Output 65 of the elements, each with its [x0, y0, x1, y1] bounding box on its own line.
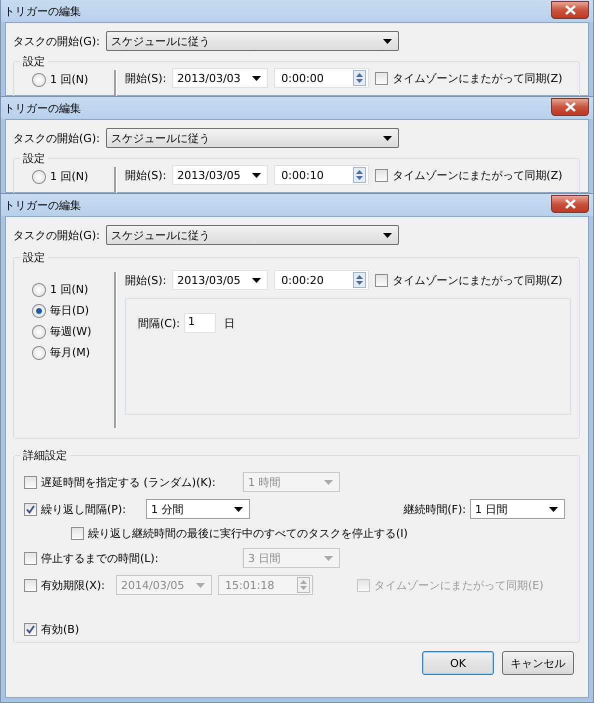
caret-icon — [234, 506, 243, 512]
time-field[interactable]: 0:00:20 — [274, 270, 370, 290]
start-label: 開始(S): — [125, 168, 166, 182]
time-field[interactable]: 0:00:10 — [274, 165, 370, 185]
close-icon — [564, 102, 576, 112]
close-button[interactable] — [551, 98, 589, 116]
close-button[interactable] — [551, 0, 589, 18]
duration-label: 継続時間(F): — [403, 502, 466, 516]
task-start-dropdown[interactable]: スケジュールに従う — [106, 225, 399, 245]
start-label: 開始(S): — [125, 272, 166, 288]
radio-option[interactable]: 1 回(N) — [32, 282, 114, 297]
checkbox-option[interactable]: 繰り返し継続時間の最後に実行中のすべてのタスクを停止する(I) — [71, 526, 408, 541]
unit-label: 日 — [224, 316, 235, 330]
duration-dropdown[interactable]: 1 日間 — [470, 499, 565, 519]
spinner-icon — [297, 577, 310, 593]
caret-icon — [382, 136, 392, 140]
caret-icon — [252, 76, 262, 80]
spinner-icon — [353, 272, 366, 288]
caret-icon — [252, 172, 262, 178]
check-icon — [25, 624, 36, 635]
dialog-button[interactable]: OK — [422, 651, 494, 675]
window-title: トリガーの編集 — [4, 4, 81, 18]
caret-icon — [324, 556, 333, 560]
group-label: 設定 — [20, 54, 48, 69]
checkbox-option[interactable]: タイムゾーンにまたがって同期(Z) — [375, 272, 562, 288]
time-field[interactable]: 0:00:00 — [274, 68, 370, 88]
date-picker[interactable]: 2013/03/03 — [172, 68, 268, 88]
date-picker[interactable]: 2013/03/05 — [172, 270, 268, 290]
date-picker[interactable]: 2013/03/05 — [172, 165, 268, 185]
checkbox-option[interactable]: タイムゾーンにまたがって同期(Z) — [375, 70, 562, 86]
interval-label: 間隔(C): — [138, 316, 180, 330]
caret-icon — [324, 480, 333, 484]
caret-icon — [382, 38, 392, 44]
repeat-dropdown[interactable]: 1 分間 — [146, 499, 250, 519]
close-icon — [564, 198, 576, 208]
radio-option[interactable]: 1 回(N) — [32, 169, 114, 184]
task-start-label: タスクの開始(G): — [13, 34, 100, 48]
window-title: トリガーの編集 — [4, 198, 81, 212]
dialog-button[interactable]: キャンセル — [502, 651, 574, 675]
task-start-dropdown[interactable]: スケジュールに従う — [106, 31, 399, 51]
radio-option[interactable]: 毎月(M) — [32, 345, 114, 360]
checkbox-option[interactable]: 繰り返し間隔(P): — [24, 502, 146, 516]
caret-icon — [549, 506, 558, 512]
interval-field[interactable]: 1 — [184, 313, 216, 333]
close-button[interactable] — [551, 194, 589, 212]
caret-icon — [252, 278, 262, 282]
checkbox-option[interactable]: 有効(B) — [24, 622, 80, 637]
caret-icon — [382, 232, 392, 238]
group-label: 設定 — [20, 151, 48, 166]
window-title: トリガーの編集 — [4, 100, 81, 116]
start-label: 開始(S): — [125, 70, 166, 86]
checkbox-option[interactable]: タイムゾーンにまたがって同期(Z) — [375, 168, 562, 182]
task-start-label: タスクの開始(G): — [13, 130, 100, 146]
group-label: 設定 — [20, 250, 48, 265]
close-icon — [564, 4, 576, 14]
spinner-icon — [353, 70, 366, 86]
radio-option[interactable]: 毎日(D) — [32, 303, 114, 318]
radio-option[interactable]: 1 回(N) — [32, 72, 114, 87]
radio-option[interactable]: 毎週(W) — [32, 324, 114, 339]
task-start-label: タスクの開始(G): — [13, 228, 100, 242]
spinner-icon — [353, 167, 366, 183]
check-icon — [25, 504, 36, 514]
group-label: 詳細設定 — [20, 448, 70, 463]
caret-icon — [196, 582, 205, 588]
task-start-dropdown[interactable]: スケジュールに従う — [106, 128, 399, 148]
